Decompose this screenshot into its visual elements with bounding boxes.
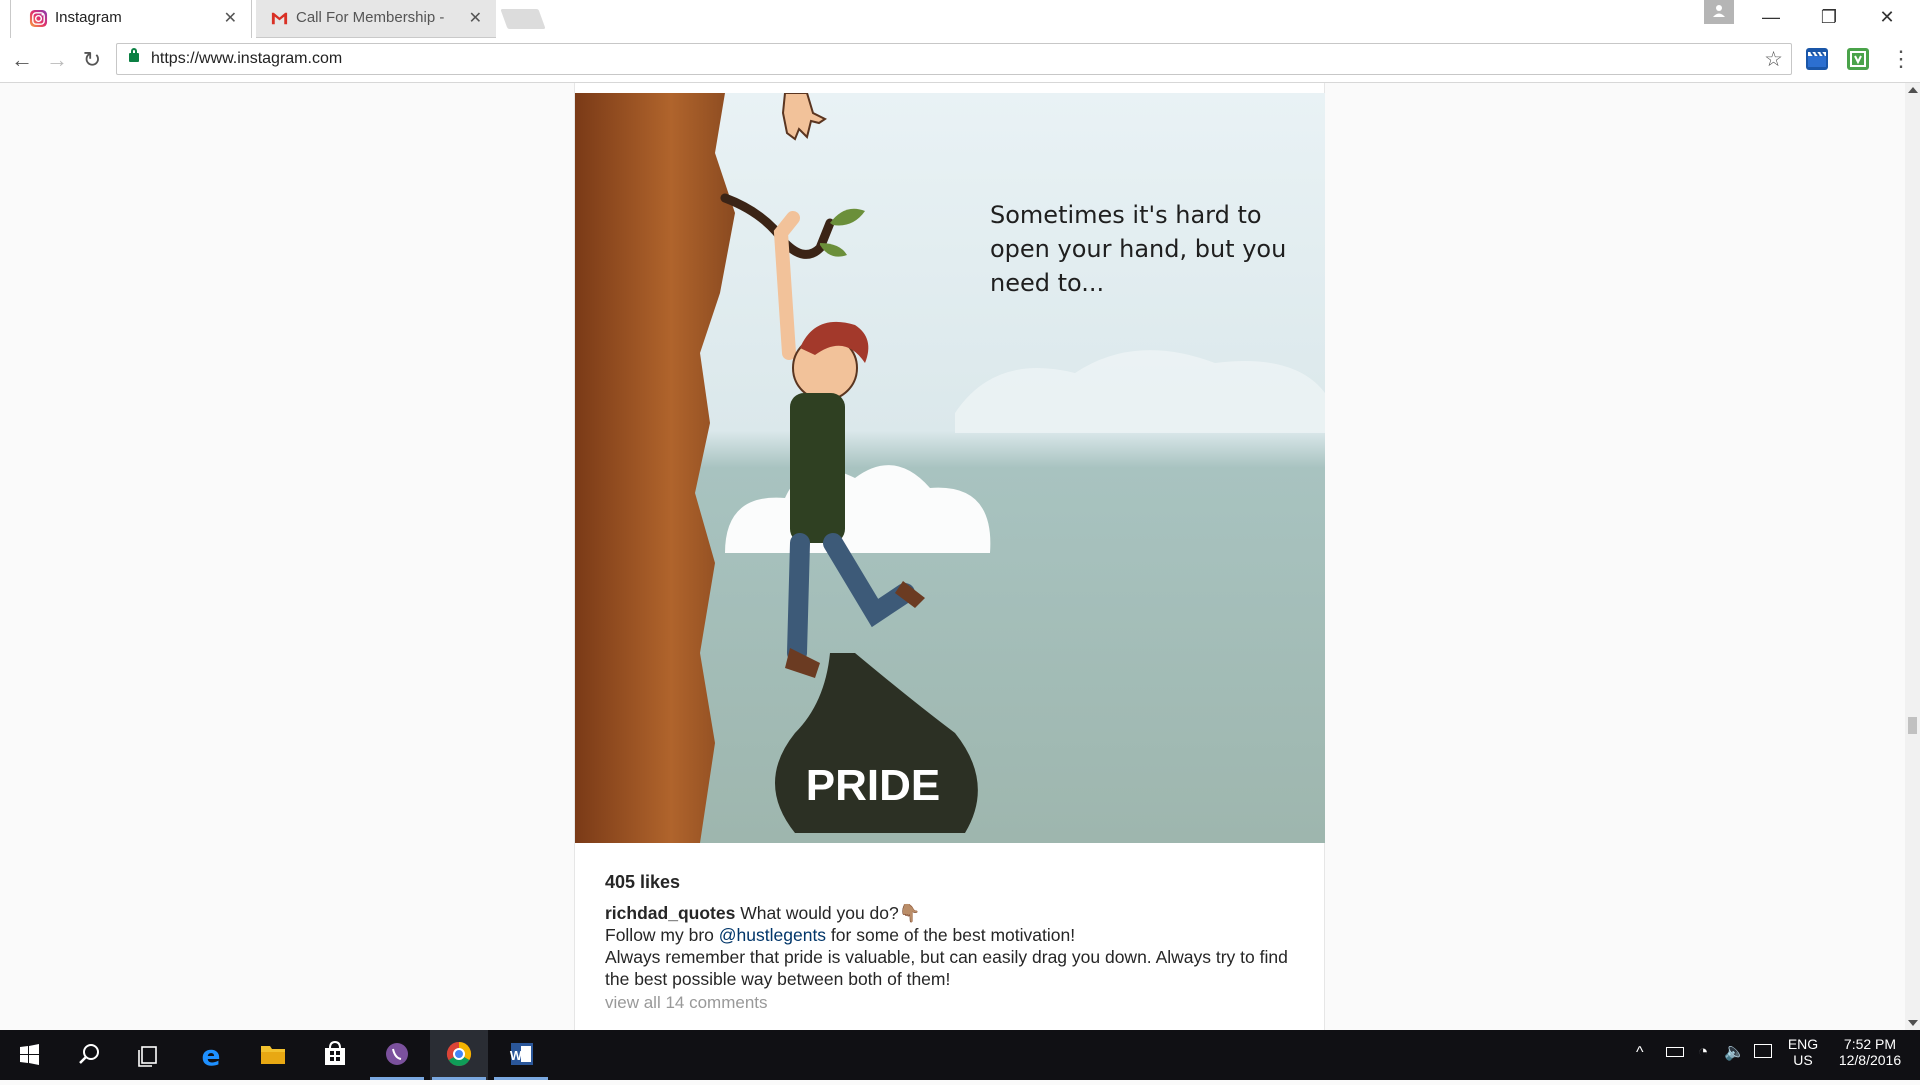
tab-label: Call For Membership - D [296,9,446,26]
bookmark-star-icon[interactable]: ☆ [1764,47,1783,72]
file-explorer-icon[interactable] [244,1030,302,1080]
reload-icon[interactable]: ↻ [78,46,106,74]
scroll-up-arrow-icon[interactable] [1908,87,1918,93]
caption-line3: Always remember that pride is valuable, … [605,947,1288,989]
tab-gmail[interactable]: Call For Membership - D ✕ [256,0,496,38]
post-caption: richdad_quotes What would you do?👇🏽 Foll… [605,902,1305,990]
word-icon[interactable]: W [492,1030,550,1080]
url-text: https://www.instagram.com [151,50,343,67]
instagram-post: PRIDE Sometimes it's hard to open your h… [574,83,1325,1030]
post-image[interactable]: PRIDE Sometimes it's hard to open your h… [575,93,1325,843]
view-comments-link[interactable]: view all 14 comments [605,993,768,1013]
chrome-icon[interactable] [430,1030,488,1080]
likes-count[interactable]: 405 likes [605,872,680,893]
tab-label: Instagram [55,9,122,26]
show-hidden-icons-chevron-icon[interactable]: ^ [1636,1044,1644,1062]
pride-bag-label: PRIDE [806,761,940,810]
lock-icon [129,48,139,62]
close-window-button[interactable]: ✕ [1858,0,1916,34]
svg-text:W: W [510,1048,523,1063]
profile-icon[interactable] [1704,0,1734,24]
caption-line2-post: for some of the best motivation! [826,925,1076,945]
close-tab-icon[interactable]: ✕ [224,8,237,28]
wifi-icon[interactable]: ◔ [1698,1042,1708,1062]
store-icon[interactable] [306,1030,364,1080]
viber-icon[interactable] [368,1030,426,1080]
clock[interactable]: 7:52 PM 12/8/2016 [1826,1036,1914,1068]
address-bar[interactable]: https://www.instagram.com ☆ [116,43,1792,75]
instagram-icon [29,9,48,28]
search-icon[interactable] [60,1030,118,1080]
windows-start-icon[interactable] [0,1030,58,1080]
forward-icon[interactable]: → [43,46,71,74]
caption-line2-pre: Follow my bro [605,925,719,945]
chrome-menu-icon[interactable]: ⋮ [1890,46,1912,72]
language-code: ENG [1787,1036,1819,1052]
page-scrollbar[interactable] [1905,83,1920,1030]
clapperboard-extension-icon[interactable] [1806,48,1828,70]
minimize-button[interactable]: — [1742,0,1800,34]
gmail-icon [271,12,288,25]
tab-strip: Instagram ✕ Call For Membership - D ✕ — … [0,0,1920,38]
language-region: US [1793,1052,1813,1068]
windows-taskbar: e W ^ ◔ 🔈 ENG US 7:52 PM 12/8/2016 [0,1030,1920,1080]
battery-icon[interactable] [1666,1047,1684,1057]
scroll-thumb[interactable] [1908,717,1917,734]
action-center-icon[interactable] [1754,1044,1772,1058]
scroll-down-arrow-icon[interactable] [1908,1020,1918,1026]
svg-text:e: e [202,1039,221,1072]
close-tab-icon[interactable]: ✕ [469,8,482,28]
volume-icon[interactable]: 🔈 [1724,1042,1745,1062]
green-extension-icon[interactable] [1847,48,1869,70]
tab-instagram[interactable]: Instagram ✕ [10,0,252,38]
mention-link[interactable]: @hustlegents [719,925,826,945]
edge-browser-icon[interactable]: e [182,1030,240,1080]
username-link[interactable]: richdad_quotes [605,903,735,923]
caption-line1: What would you do?👇🏽 [740,903,921,923]
new-tab-button[interactable] [500,9,546,29]
back-icon[interactable]: ← [8,46,36,74]
browser-toolbar: ← → ↻ https://www.instagram.com ☆ ⋮ [0,38,1920,83]
task-view-icon[interactable] [120,1030,178,1080]
clock-date: 12/8/2016 [1838,1052,1902,1068]
page-viewport: PRIDE Sometimes it's hard to open your h… [0,83,1905,1030]
restore-button[interactable]: ❐ [1800,0,1858,34]
input-language[interactable]: ENG US [1782,1036,1824,1068]
clock-time: 7:52 PM [1843,1036,1897,1052]
